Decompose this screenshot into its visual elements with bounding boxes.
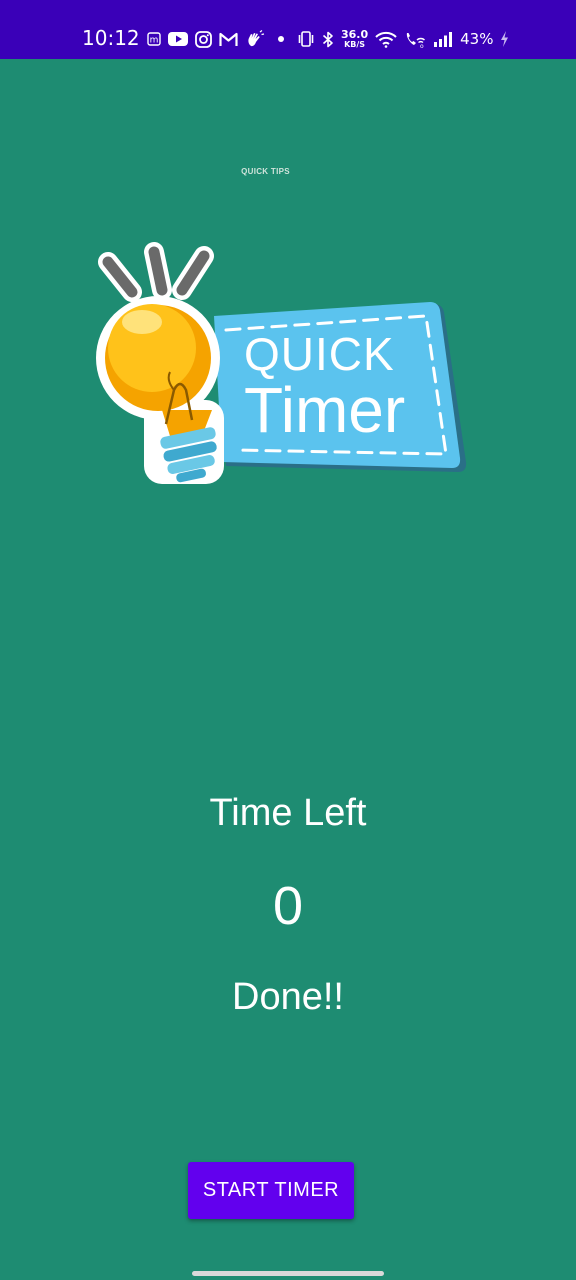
instagram-icon [195,30,212,48]
bluetooth-icon [322,31,333,47]
battery-percent: 43% [460,30,494,48]
svg-text:o: o [420,43,424,48]
svg-text:m: m [150,36,159,46]
m-app-icon: m [147,32,161,46]
battery-charging-icon [501,31,509,47]
network-speed: 36.0 KB/S [341,27,369,49]
time-left-value: 0 [272,876,304,936]
wifi-call-icon: o [406,32,426,48]
status-bar: 10:12 m 36.0 KB/S o 43% [0,0,576,59]
network-speed-value: 36.0 [341,27,369,41]
navigation-handle[interactable] [192,1271,384,1276]
app-caption: QUICK TIPS [241,167,290,176]
gmail-icon [219,32,238,46]
youtube-icon [168,32,188,46]
start-timer-button[interactable]: START TIMER [188,1162,354,1219]
signal-icon [434,32,453,47]
dot-icon [278,36,284,42]
vibrate-icon [298,31,314,47]
logo-text-quick: QUICK [244,328,395,380]
status-icons: m 36.0 KB/S o 43% [147,26,509,52]
network-speed-unit: KB/S [344,39,366,49]
wifi-icon [375,31,397,48]
timer-status-message: Done!! [232,976,344,1018]
status-time: 10:12 [82,26,140,50]
time-left-label: Time Left [209,792,367,834]
logo-text-timer: Timer [244,374,406,446]
hand-wave-icon [248,30,265,47]
quick-timer-logo: QUICK Timer [96,240,476,490]
